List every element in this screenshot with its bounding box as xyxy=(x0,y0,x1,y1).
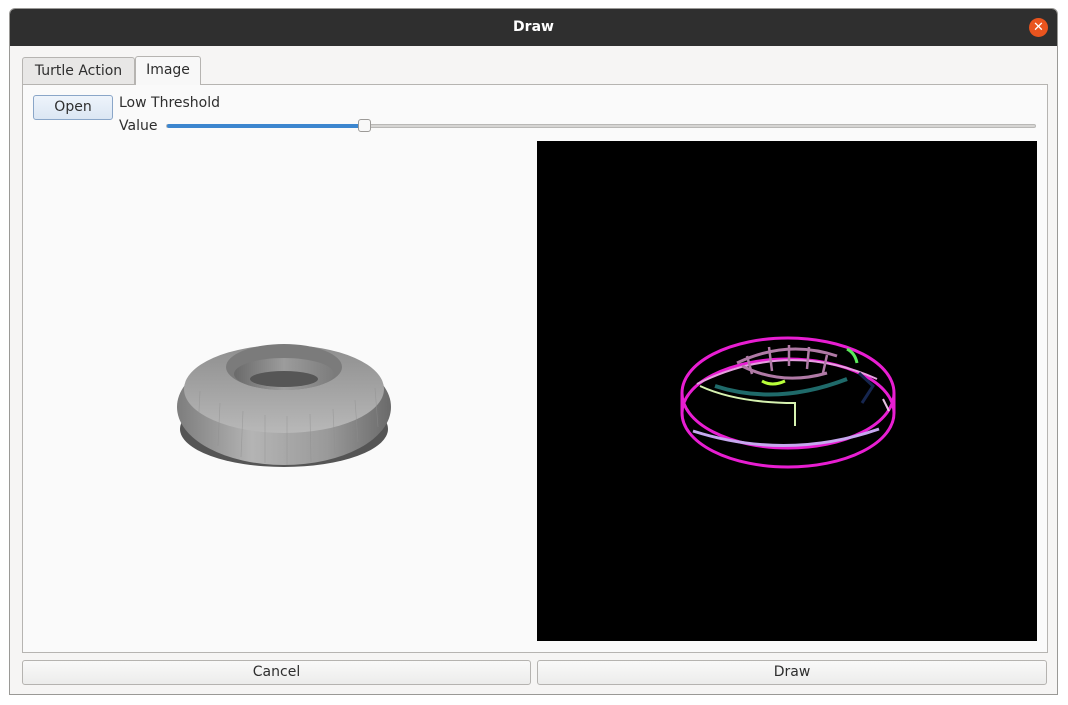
draw-button[interactable]: Draw xyxy=(537,660,1047,685)
close-button[interactable]: ✕ xyxy=(1029,18,1048,37)
tab-image[interactable]: Image xyxy=(135,56,201,85)
tab-label: Turtle Action xyxy=(34,63,123,79)
close-icon: ✕ xyxy=(1033,20,1044,35)
image-tab-panel: Open Low Threshold Value xyxy=(22,84,1048,653)
edge-detection-view xyxy=(537,141,1037,641)
source-image-view xyxy=(25,141,529,641)
torus-image xyxy=(177,344,391,467)
open-button[interactable]: Open xyxy=(33,95,113,120)
threshold-slider[interactable] xyxy=(166,119,1036,132)
low-threshold-label: Low Threshold xyxy=(119,95,221,111)
dialog-window: Draw ✕ Turtle Action Image Open Low Thre… xyxy=(9,8,1058,695)
edge-image xyxy=(680,336,896,469)
slider-fill xyxy=(167,124,365,128)
value-label: Value xyxy=(119,118,158,134)
tab-turtle-action[interactable]: Turtle Action xyxy=(22,57,135,84)
cancel-button[interactable]: Cancel xyxy=(22,660,531,685)
window-title: Draw xyxy=(513,19,554,35)
titlebar: Draw ✕ xyxy=(10,9,1057,46)
slider-handle[interactable] xyxy=(358,119,372,132)
tab-label: Image xyxy=(146,62,190,78)
